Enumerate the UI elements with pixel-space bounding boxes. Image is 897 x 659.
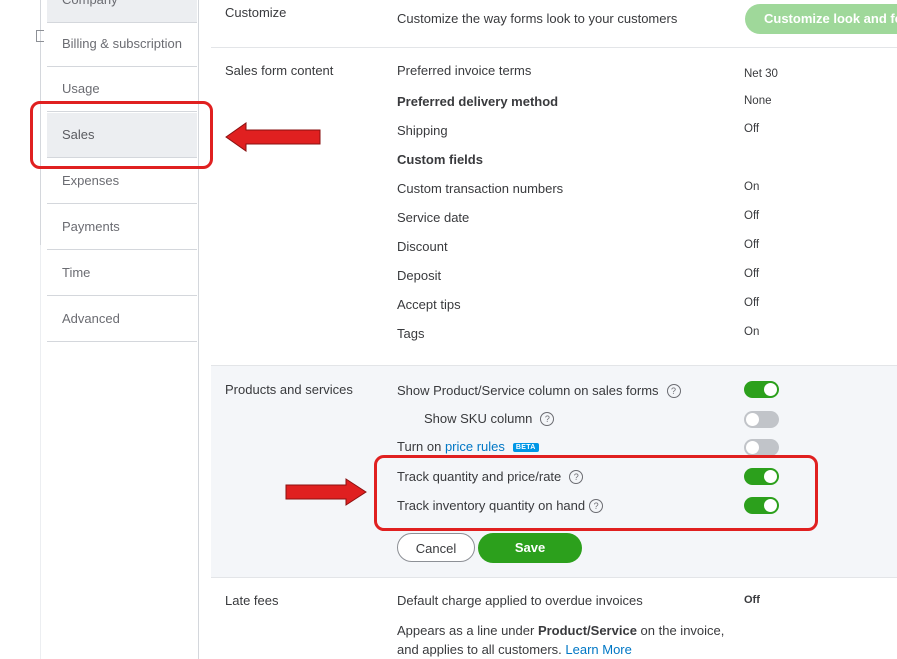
accept-tips-label: Accept tips (397, 297, 461, 312)
toggle-knob (746, 441, 759, 454)
highlight-box-inventory (374, 455, 818, 531)
gutter-divider-lower (40, 245, 41, 659)
customize-section[interactable]: Customize Customize the way forms look t… (211, 0, 897, 48)
settings-main: Customize Customize the way forms look t… (211, 0, 897, 659)
customize-look-button[interactable]: Customize look and feel (745, 4, 897, 34)
sidebar-item-advanced[interactable]: Advanced (47, 297, 197, 342)
show-sku-column-toggle[interactable] (744, 411, 779, 428)
custom-transaction-numbers-label: Custom transaction numbers (397, 181, 564, 196)
deposit-value: Off (744, 268, 760, 280)
help-icon[interactable]: ? (666, 384, 681, 398)
toggle-knob (746, 413, 759, 426)
late-fees-note-text: Appears as a line under (397, 623, 538, 638)
service-date-label: Service date (397, 210, 470, 225)
show-product-column-label: Show Product/Service column on sales for… (397, 383, 681, 398)
left-arrow-icon (225, 122, 321, 152)
service-date-value: Off (744, 210, 760, 222)
section-title-products-services: Products and services (225, 382, 353, 397)
show-sku-column-label: Show SKU column? (424, 411, 555, 426)
sidebar-item-company[interactable]: Company (47, 0, 197, 23)
customize-description: Customize the way forms look to your cus… (397, 11, 678, 26)
sidebar-item-payments[interactable]: Payments (47, 205, 197, 250)
sidebar-item-time[interactable]: Time (47, 251, 197, 296)
sales-form-content-section[interactable]: Sales form content Preferred invoice ter… (211, 48, 897, 366)
accept-tips-value: Off (744, 297, 760, 309)
section-title-customize: Customize (225, 5, 287, 20)
highlight-box-sales (30, 101, 213, 169)
invoice-terms-label: Preferred invoice terms (397, 63, 532, 78)
tags-value: On (744, 326, 760, 338)
late-fees-note-text-2: on the invoice, (636, 623, 725, 638)
price-rules-link[interactable]: price rules (445, 439, 505, 454)
price-rules-toggle[interactable] (744, 439, 779, 456)
show-sku-column-text: Show SKU column (424, 411, 533, 426)
late-fees-note-bold: Product/Service (537, 623, 637, 638)
settings-sidebar: Company Billing & subscription Usage Sal… (47, 0, 199, 659)
late-fees-value: Off (744, 594, 760, 606)
right-arrow-icon (285, 478, 367, 506)
shipping-label: Shipping (397, 123, 448, 138)
show-product-column-text: Show Product/Service column on sales for… (397, 383, 659, 398)
custom-fields-label: Custom fields (397, 152, 483, 167)
delivery-method-label: Preferred delivery method (397, 94, 559, 109)
section-title-sales-form: Sales form content (225, 63, 334, 78)
late-fees-note: Appears as a line under Product/Service … (397, 621, 724, 659)
sidebar-item-billing[interactable]: Billing & subscription (47, 22, 197, 67)
shipping-value: Off (744, 123, 760, 135)
discount-label: Discount (397, 239, 448, 254)
toggle-knob (764, 383, 777, 396)
tags-label: Tags (397, 326, 425, 341)
collapse-handle-icon[interactable] (36, 30, 44, 42)
price-rules-label: Turn on price rules BETA (397, 439, 539, 454)
price-rules-prefix: Turn on (397, 439, 445, 454)
late-fees-label: Default charge applied to overdue invoic… (397, 593, 643, 608)
late-fees-section[interactable]: Late fees Default charge applied to over… (211, 578, 897, 659)
show-product-column-toggle[interactable] (744, 381, 779, 398)
custom-transaction-numbers-value: On (744, 181, 760, 193)
save-button[interactable]: Save (478, 533, 582, 563)
learn-more-link[interactable]: Learn More (565, 642, 631, 657)
deposit-label: Deposit (397, 268, 442, 283)
late-fees-note-line2: and applies to all customers. (397, 642, 566, 657)
cancel-button[interactable]: Cancel (397, 533, 475, 562)
delivery-method-value: None (744, 95, 772, 107)
section-title-late-fees: Late fees (225, 593, 279, 608)
discount-value: Off (744, 239, 760, 251)
invoice-terms-value: Net 30 (744, 68, 778, 80)
beta-badge: BETA (512, 443, 539, 452)
help-icon[interactable]: ? (540, 412, 555, 426)
